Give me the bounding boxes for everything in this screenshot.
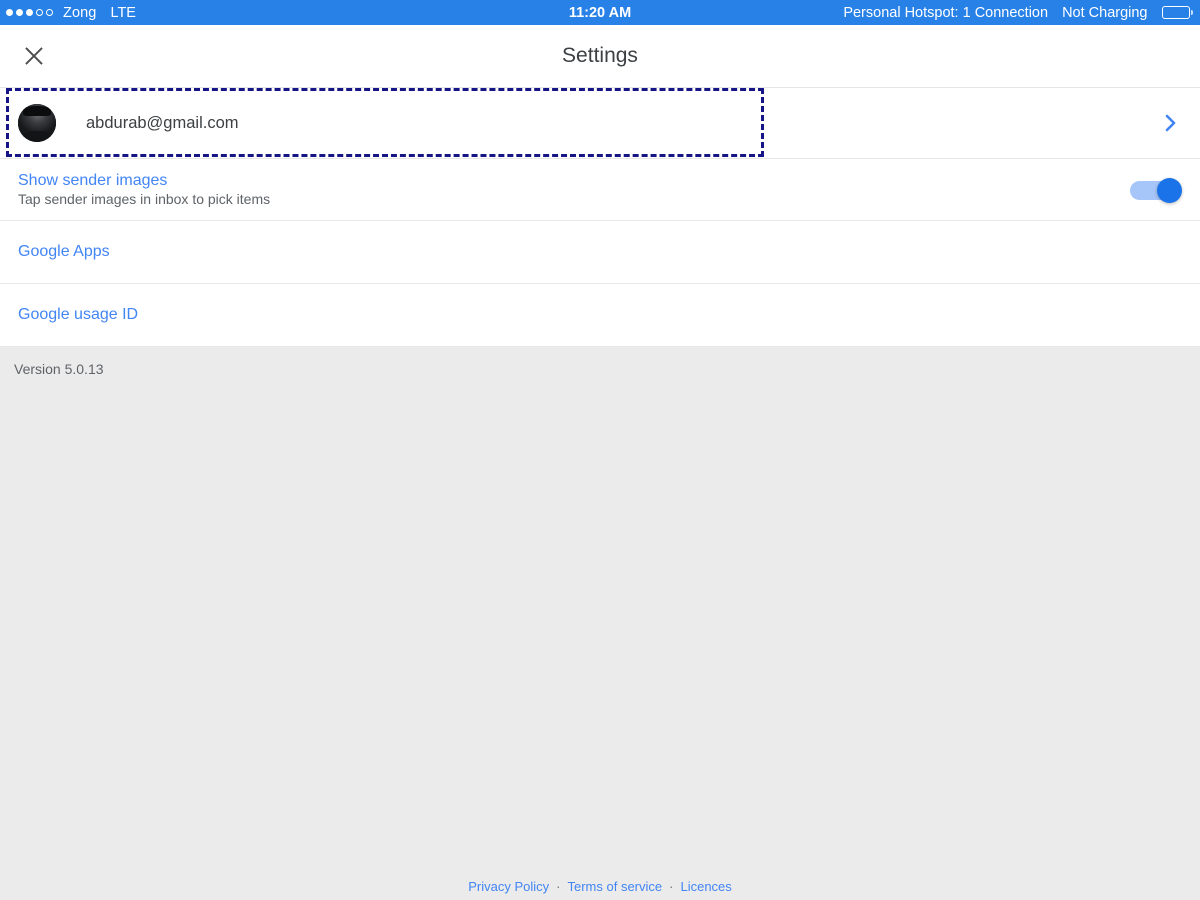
close-button[interactable]: [15, 37, 53, 75]
status-bar-right: Personal Hotspot: 1 Connection Not Charg…: [843, 0, 1193, 25]
network-type: LTE: [110, 4, 136, 21]
footer-separator-2: ·: [669, 879, 674, 894]
close-x-icon: [25, 47, 43, 65]
carrier-name: Zong: [63, 4, 97, 21]
show-sender-images-label: Show sender images: [18, 171, 168, 189]
google-usage-id-label: Google usage ID: [18, 306, 139, 323]
privacy-policy-link[interactable]: Privacy Policy: [468, 879, 549, 894]
licences-link[interactable]: Licences: [680, 879, 731, 894]
show-sender-images-row[interactable]: Show sender images Tap sender images in …: [0, 159, 1200, 221]
personal-hotspot-status: Personal Hotspot: 1 Connection: [843, 4, 1049, 21]
charging-status: Not Charging: [1062, 4, 1148, 21]
footer-links: Privacy Policy · Terms of service · Lice…: [0, 879, 1200, 894]
sidebar-item-google-apps[interactable]: Google Apps: [0, 221, 1200, 284]
account-email: abdurab@gmail.com: [86, 113, 239, 132]
show-sender-images-texts: Show sender images Tap sender images in …: [18, 172, 270, 208]
sidebar-item-google-usage-id[interactable]: Google usage ID: [0, 284, 1200, 347]
settings-header: Settings: [0, 25, 1200, 88]
status-bar-left: Zong LTE: [6, 5, 136, 21]
chevron-right-icon: [1165, 114, 1176, 132]
footer-separator-1: ·: [556, 879, 561, 894]
account-chevron-button[interactable]: [1162, 112, 1180, 134]
page-title: Settings: [562, 44, 638, 67]
avatar: [18, 104, 56, 142]
version-area: Version 5.0.13: [0, 347, 1200, 379]
battery-icon: [1161, 6, 1193, 19]
settings-screen: Zong LTE 11:20 AM Personal Hotspot: 1 Co…: [0, 0, 1200, 900]
signal-strength-icon: [6, 9, 53, 16]
terms-of-service-link[interactable]: Terms of service: [567, 879, 662, 894]
show-sender-images-toggle[interactable]: [1130, 177, 1182, 203]
version-text: Version 5.0.13: [14, 361, 104, 377]
settings-list: abdurab@gmail.com Show sender images Tap…: [0, 88, 1200, 347]
account-row[interactable]: abdurab@gmail.com: [0, 88, 1200, 159]
google-apps-label: Google Apps: [18, 243, 110, 260]
ios-status-bar: Zong LTE 11:20 AM Personal Hotspot: 1 Co…: [0, 0, 1200, 25]
show-sender-images-description: Tap sender images in inbox to pick items: [18, 191, 271, 208]
